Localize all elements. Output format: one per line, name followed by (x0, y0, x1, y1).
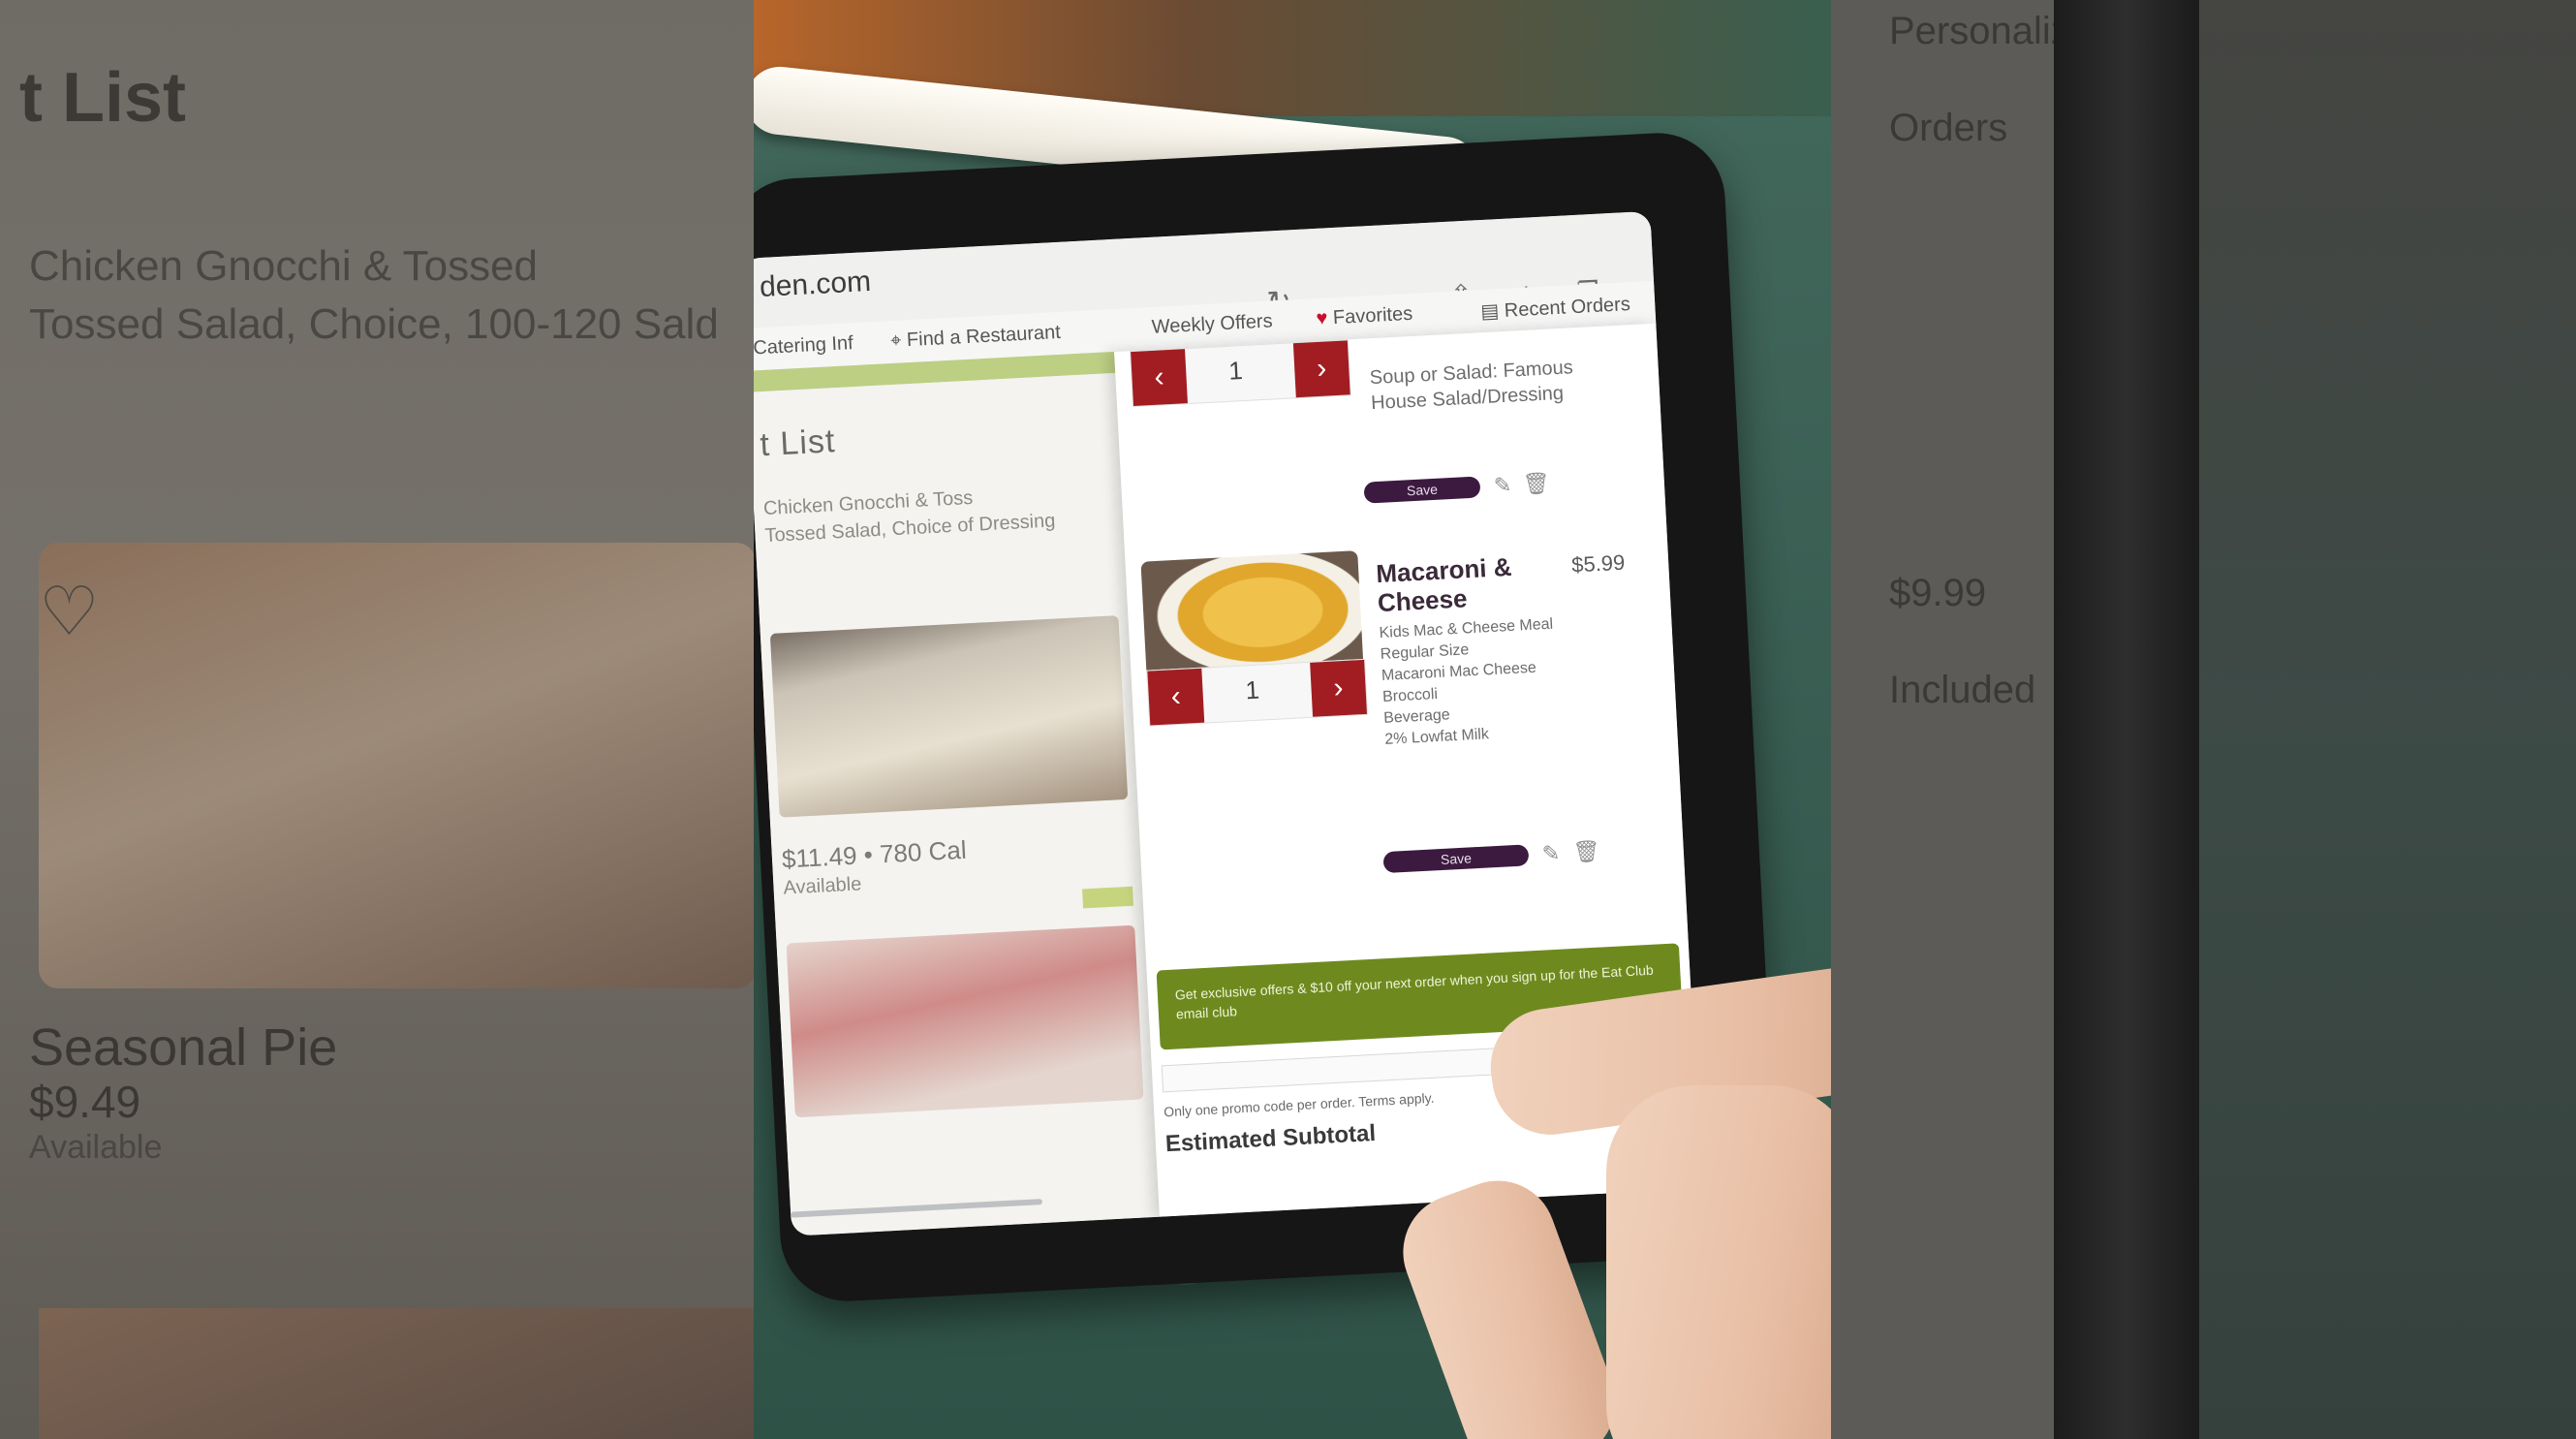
nav-recent-orders[interactable]: ▤ Recent Orders (1480, 292, 1631, 324)
ghost-food-image (39, 543, 754, 988)
nav-catering[interactable]: Catering Inf (754, 332, 853, 360)
dessert-image[interactable] (786, 924, 1144, 1118)
add-badge[interactable] (1082, 886, 1134, 909)
pencil-icon[interactable]: ✎ (1493, 473, 1512, 499)
ghost-text: Orders (1889, 107, 2008, 149)
promo-code-input[interactable] (1161, 1046, 1533, 1093)
ghost-text: $9.99 (1889, 572, 1987, 614)
quantity-stepper[interactable]: ‹ 1 › (1130, 339, 1351, 408)
right-blurred-panel: Personalize Item Orders $9.99 Included (1831, 0, 2576, 1439)
ghost-food-image-2 (39, 1308, 754, 1439)
ghost-item-note: Available (29, 1129, 163, 1166)
item-detail: Broccoli (1381, 685, 1439, 705)
list-item-price: $11.49 • 780 Cal (781, 834, 968, 874)
ghost-screen (1831, 0, 2054, 1439)
increase-button[interactable]: › (1310, 659, 1367, 717)
decrease-button[interactable]: ‹ (1147, 668, 1205, 726)
item-detail: Beverage (1382, 706, 1451, 727)
lasagna-image[interactable] (769, 615, 1129, 818)
promo-terms: Only one promo code per order. Terms app… (1163, 1089, 1435, 1120)
increase-button[interactable]: › (1292, 340, 1350, 398)
item-detail: 2% Lowfat Milk (1383, 726, 1490, 748)
ghost-item-price: $9.49 (29, 1077, 141, 1127)
list-item-note: Available (783, 873, 862, 899)
item-price: $5.99 (1570, 549, 1626, 578)
decrease-button[interactable]: ‹ (1131, 349, 1188, 406)
quantity-stepper[interactable]: ‹ 1 › (1146, 658, 1369, 727)
trash-icon[interactable]: 🗑 (1522, 471, 1550, 497)
orders-icon: ▤ (1479, 299, 1505, 324)
url-text[interactable]: den.com (759, 266, 872, 304)
favorites-list-page: t List Chicken Gnocchi & Toss Tossed Sal… (754, 372, 1160, 1236)
photo-center: den.com ↻ ⇪ + ❐ Catering Inf ⌖ Find a Re… (754, 0, 1831, 1439)
ghost-tablet-bezel (2054, 0, 2199, 1439)
ghost-list-title: t List (19, 59, 186, 137)
ghost-line: Chicken Gnocchi & Tossed (29, 242, 539, 290)
heart-icon: ♥ (1316, 307, 1334, 329)
ghost-item-name: Seasonal Pie (29, 1018, 338, 1077)
quantity-value[interactable]: 1 (1245, 675, 1260, 706)
pencil-icon[interactable]: ✎ (1541, 841, 1561, 867)
item-detail: Regular Size (1380, 641, 1470, 664)
nav-find-restaurant[interactable]: ⌖ Find a Restaurant (890, 322, 1062, 353)
nav-weekly-offers[interactable]: Weekly Offers (1151, 310, 1273, 339)
item-detail: Macaroni Mac Cheese (1381, 659, 1537, 684)
quantity-value[interactable]: 1 (1227, 356, 1243, 387)
trash-icon[interactable]: 🗑 (1572, 838, 1600, 864)
nav-favorites[interactable]: ♥ Favorites (1316, 303, 1413, 330)
hand (1606, 1085, 1831, 1439)
ghost-text: Included (1889, 669, 2036, 711)
save-button[interactable]: Save (1363, 476, 1481, 504)
item-detail: Kids Mac & Cheese Meal (1379, 615, 1554, 642)
list-title: t List (759, 422, 837, 464)
item-name: Macaroni & (1375, 551, 1513, 589)
ghost-line: Tossed Salad, Choice, 100-120 Sald (29, 300, 719, 348)
heart-icon: ♡ (39, 574, 100, 649)
location-icon: ⌖ (889, 329, 908, 353)
item-name: Cheese (1377, 583, 1469, 618)
save-button[interactable]: Save (1382, 844, 1530, 874)
left-blurred-panel: t List Chicken Gnocchi & Tossed Tossed S… (0, 0, 754, 1439)
estimated-subtotal-label: Estimated Subtotal (1164, 1119, 1377, 1158)
